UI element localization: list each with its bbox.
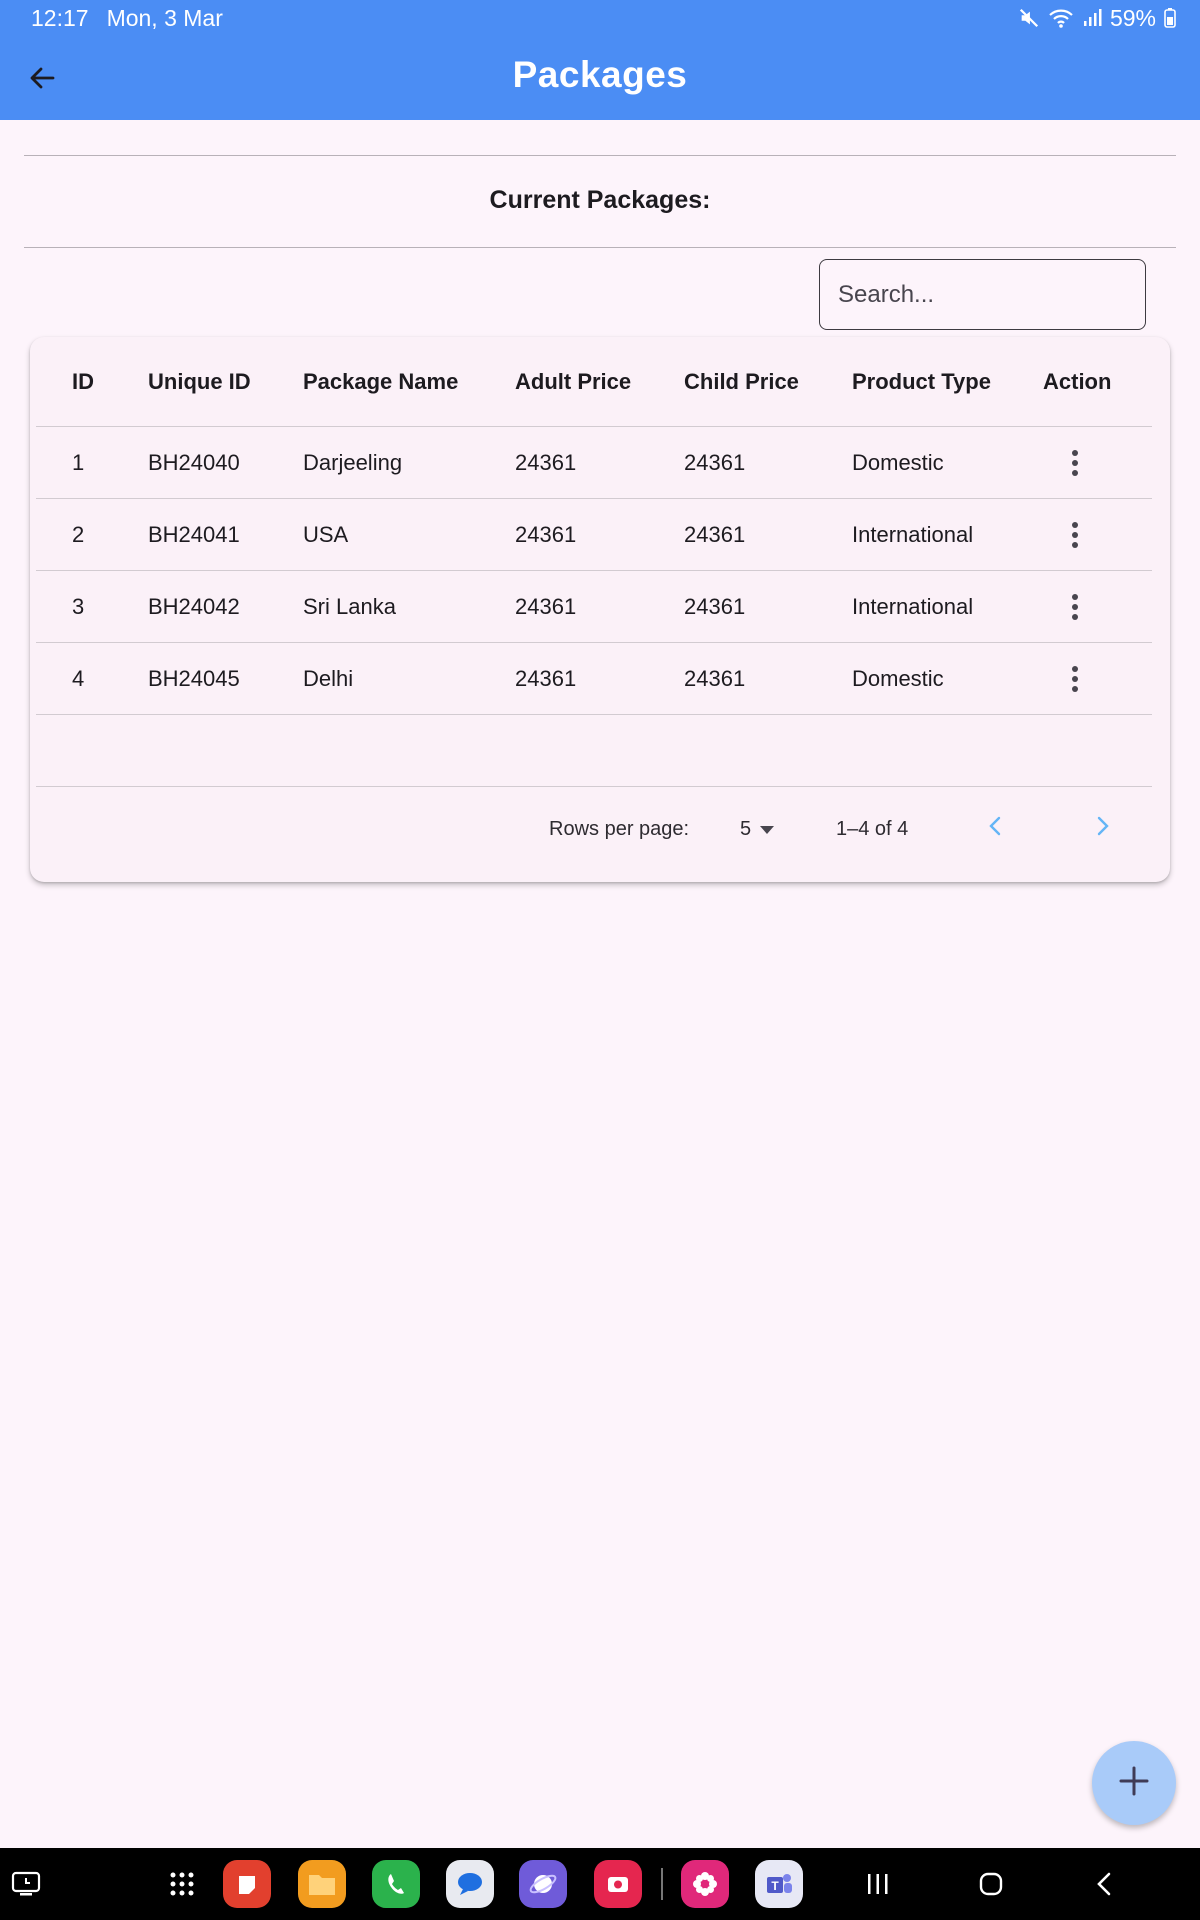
cell-product-type: International xyxy=(852,521,974,547)
cell-product-type: Domestic xyxy=(852,449,944,475)
cell-unique-id: BH24042 xyxy=(148,593,240,619)
messages-icon[interactable] xyxy=(446,1848,494,1920)
packages-table: ID Unique ID Package Name Adult Price Ch… xyxy=(36,337,1152,787)
more-vert-icon[interactable] xyxy=(1061,427,1089,498)
cell-adult-price: 24361 xyxy=(515,665,577,691)
table-row: 3 BH24042 Sri Lanka 24361 24361 Internat… xyxy=(36,571,1152,643)
packages-table-card: ID Unique ID Package Name Adult Price Ch… xyxy=(30,337,1170,882)
cell-package-name: Delhi xyxy=(303,665,354,691)
app-drawer-icon[interactable] xyxy=(162,1848,202,1920)
column-header-id[interactable]: ID xyxy=(72,337,94,426)
status-date: Mon, 3 Mar xyxy=(106,4,223,31)
system-back-icon[interactable] xyxy=(1084,1848,1124,1920)
cell-product-type: International xyxy=(852,593,974,619)
cell-package-name: Darjeeling xyxy=(303,449,403,475)
taskbar-toggle-icon[interactable] xyxy=(6,1848,46,1920)
cell-package-name: Sri Lanka xyxy=(303,593,396,619)
add-package-button[interactable] xyxy=(1092,1741,1176,1825)
wifi-icon xyxy=(1048,7,1074,29)
cell-adult-price: 24361 xyxy=(515,521,577,547)
status-time: 12:17 xyxy=(31,4,89,31)
cell-child-price: 24361 xyxy=(684,665,746,691)
dropdown-arrow-icon xyxy=(759,818,775,841)
table-row-empty xyxy=(36,715,1152,787)
column-header-adult-price[interactable]: Adult Price xyxy=(515,337,631,426)
cell-id: 3 xyxy=(72,593,85,619)
samsung-notes-icon[interactable] xyxy=(223,1848,271,1920)
teams-icon[interactable]: T xyxy=(755,1848,803,1920)
cell-package-name: USA xyxy=(303,521,349,547)
system-taskbar: T xyxy=(0,1848,1200,1920)
more-vert-icon[interactable] xyxy=(1061,571,1089,642)
pagination-range: 1–4 of 4 xyxy=(836,817,909,840)
samsung-internet-icon[interactable] xyxy=(519,1848,567,1920)
table-row: 4 BH24045 Delhi 24361 24361 Domestic xyxy=(36,643,1152,715)
home-icon[interactable] xyxy=(971,1848,1011,1920)
rows-per-page-select[interactable]: 5 xyxy=(740,818,775,841)
column-header-action: Action xyxy=(1043,368,1112,394)
column-header-package-name[interactable]: Package Name xyxy=(303,337,458,426)
chevron-left-icon[interactable] xyxy=(986,814,1004,844)
cell-adult-price: 24361 xyxy=(515,593,577,619)
plus-icon xyxy=(1118,1765,1150,1802)
page-title: Packages xyxy=(512,54,688,95)
column-header-child-price[interactable]: Child Price xyxy=(684,337,799,426)
recent-apps-icon[interactable] xyxy=(858,1848,898,1920)
cell-child-price: 24361 xyxy=(684,449,746,475)
cell-adult-price: 24361 xyxy=(515,449,577,475)
phone-icon[interactable] xyxy=(372,1848,420,1920)
gallery-icon[interactable] xyxy=(681,1848,729,1920)
rows-per-page-value: 5 xyxy=(740,817,752,840)
battery-icon xyxy=(1164,8,1176,28)
screen-recorder-icon[interactable] xyxy=(594,1848,642,1920)
column-header-product-type[interactable]: Product Type xyxy=(852,337,991,426)
svg-text:T: T xyxy=(771,1879,779,1893)
table-row: 2 BH24041 USA 24361 24361 International xyxy=(36,499,1152,571)
rows-per-page-label: Rows per page: xyxy=(549,817,690,840)
cell-id: 2 xyxy=(72,521,85,547)
table-header: ID Unique ID Package Name Adult Price Ch… xyxy=(36,337,1152,427)
cell-product-type: Domestic xyxy=(852,665,944,691)
cell-unique-id: BH24045 xyxy=(148,665,240,691)
status-bar: 12:17 Mon, 3 Mar 59% xyxy=(31,4,1176,32)
cell-child-price: 24361 xyxy=(684,593,746,619)
more-vert-icon[interactable] xyxy=(1061,643,1089,714)
signal-icon xyxy=(1082,8,1102,28)
cell-child-price: 24361 xyxy=(684,521,746,547)
cell-id: 1 xyxy=(72,449,85,475)
cell-unique-id: BH24040 xyxy=(148,449,240,475)
search-input[interactable] xyxy=(819,259,1146,330)
table-row: 1 BH24040 Darjeeling 24361 24361 Domesti… xyxy=(36,427,1152,499)
my-files-icon[interactable] xyxy=(298,1848,346,1920)
chevron-right-icon[interactable] xyxy=(1094,814,1112,844)
divider-bottom xyxy=(24,247,1176,248)
column-header-unique-id[interactable]: Unique ID xyxy=(148,337,251,426)
taskbar-divider xyxy=(660,1848,664,1920)
divider-top xyxy=(24,155,1176,156)
section-title: Current Packages: xyxy=(489,186,711,214)
battery-text: 59% xyxy=(1109,4,1156,31)
more-vert-icon[interactable] xyxy=(1061,499,1089,570)
cell-id: 4 xyxy=(72,665,85,691)
mute-icon xyxy=(1018,7,1040,29)
app-bar: 12:17 Mon, 3 Mar 59% Packages xyxy=(0,0,1200,120)
cell-unique-id: BH24041 xyxy=(148,521,240,547)
pagination: Rows per page: 5 1–4 of 4 xyxy=(36,789,1152,869)
